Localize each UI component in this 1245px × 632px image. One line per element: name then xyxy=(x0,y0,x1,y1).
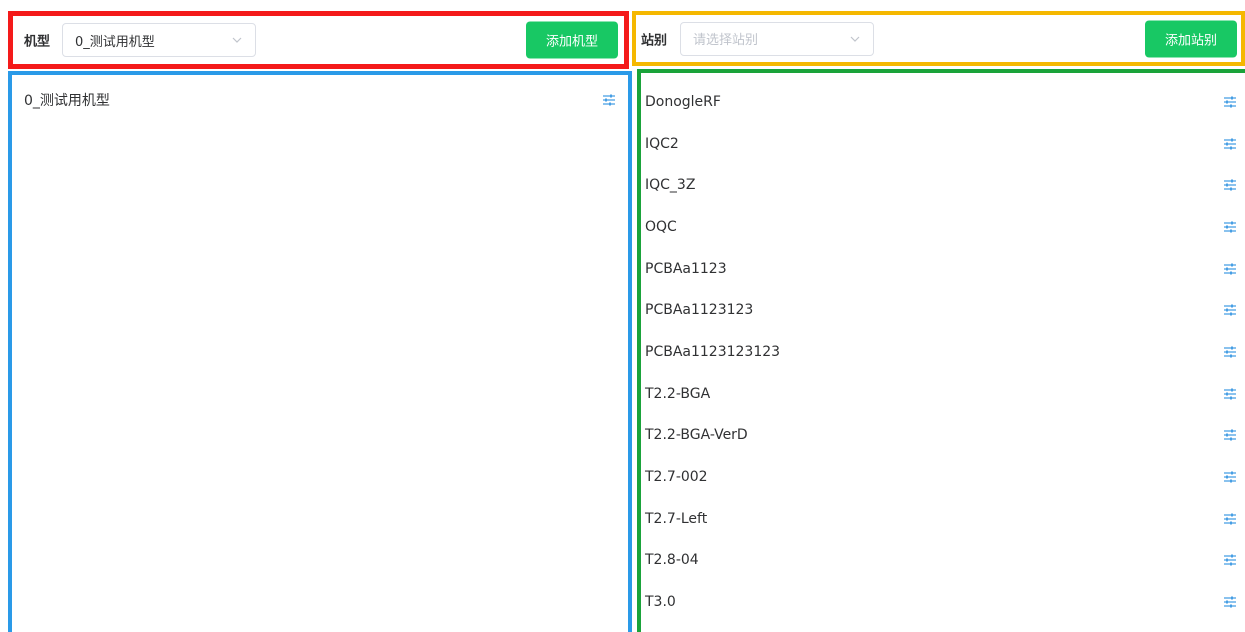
station-list: DonogleRF IQC2 IQC_3Z OQC PCBAa1123 PCBAa1123… xyxy=(637,69,1245,632)
station-list-item-label: PCBAa1123 xyxy=(645,260,727,277)
station-list-item-label: DonogleRF xyxy=(645,93,721,110)
station-list-item[interactable]: PCBAa1123 xyxy=(641,248,1245,290)
settings-sliders-icon[interactable] xyxy=(1223,220,1237,234)
station-list-item-label: IQC_3Z xyxy=(645,177,696,194)
model-list-item-label: 0_测试用机型 xyxy=(24,92,110,109)
model-list: 0_测试用机型 xyxy=(8,71,632,632)
station-list-item-label: T2.2-BGA xyxy=(645,385,711,402)
model-toolbar: 机型 0_测试用机型 添加机型 xyxy=(8,11,629,69)
station-list-item[interactable]: DonogleRF xyxy=(641,81,1245,123)
station-list-item-label: OQC xyxy=(645,218,677,235)
station-list-item-label: PCBAa1123123 xyxy=(645,302,754,319)
model-list-item[interactable]: 0_测试用机型 xyxy=(12,79,628,121)
station-list-item[interactable]: T2.2-BGA xyxy=(641,373,1245,415)
add-station-button[interactable]: 添加站别 xyxy=(1145,20,1237,57)
station-list-item[interactable]: T2.7-002 xyxy=(641,456,1245,498)
station-list-item-label: IQC2 xyxy=(645,135,679,152)
station-list-item-label: T2.2-BGA-VerD xyxy=(645,427,748,444)
station-select-placeholder: 请选择站别 xyxy=(693,33,759,48)
model-label: 机型 xyxy=(24,34,51,50)
settings-sliders-icon[interactable] xyxy=(1223,262,1237,276)
station-list-item[interactable]: T2.8-04 xyxy=(641,540,1245,582)
settings-sliders-icon[interactable] xyxy=(1223,595,1237,609)
station-list-item[interactable]: PCBAa1123123123 xyxy=(641,331,1245,373)
station-list-item-label: T2.7-Left xyxy=(645,510,708,527)
station-list-item[interactable]: T3.0 xyxy=(641,581,1245,623)
station-list-item-label: T2.7-002 xyxy=(645,469,708,486)
model-select-value: 0_测试用机型 xyxy=(75,34,155,50)
station-label: 站别 xyxy=(641,33,668,48)
station-list-item[interactable]: T2.7-Left xyxy=(641,498,1245,540)
settings-sliders-icon[interactable] xyxy=(1223,95,1237,109)
add-model-button[interactable]: 添加机型 xyxy=(526,21,618,59)
settings-sliders-icon[interactable] xyxy=(1223,178,1237,192)
settings-sliders-icon[interactable] xyxy=(1223,428,1237,442)
settings-sliders-icon[interactable] xyxy=(1223,553,1237,567)
station-list-item[interactable]: IQC2 xyxy=(641,123,1245,165)
settings-sliders-icon[interactable] xyxy=(602,93,616,107)
settings-sliders-icon[interactable] xyxy=(1223,303,1237,317)
settings-sliders-icon[interactable] xyxy=(1223,387,1237,401)
station-toolbar: 站别 请选择站别 添加站别 xyxy=(632,11,1245,66)
station-list-item[interactable]: OQC xyxy=(641,206,1245,248)
settings-sliders-icon[interactable] xyxy=(1223,137,1237,151)
station-list-item-label: T3.0 xyxy=(645,594,676,611)
settings-sliders-icon[interactable] xyxy=(1223,470,1237,484)
settings-sliders-icon[interactable] xyxy=(1223,345,1237,359)
model-select[interactable]: 0_测试用机型 xyxy=(62,23,256,57)
station-list-item[interactable]: PCBAa1123123 xyxy=(641,289,1245,331)
chevron-down-icon xyxy=(232,37,242,43)
station-list-item-label: PCBAa1123123123 xyxy=(645,343,781,360)
station-list-item-label: T2.8-04 xyxy=(645,552,699,569)
station-list-item[interactable]: T2.2-BGA-VerD xyxy=(641,415,1245,457)
chevron-down-icon xyxy=(850,36,860,42)
station-list-item[interactable]: IQC_3Z xyxy=(641,164,1245,206)
station-select[interactable]: 请选择站别 xyxy=(680,21,874,56)
settings-sliders-icon[interactable] xyxy=(1223,512,1237,526)
